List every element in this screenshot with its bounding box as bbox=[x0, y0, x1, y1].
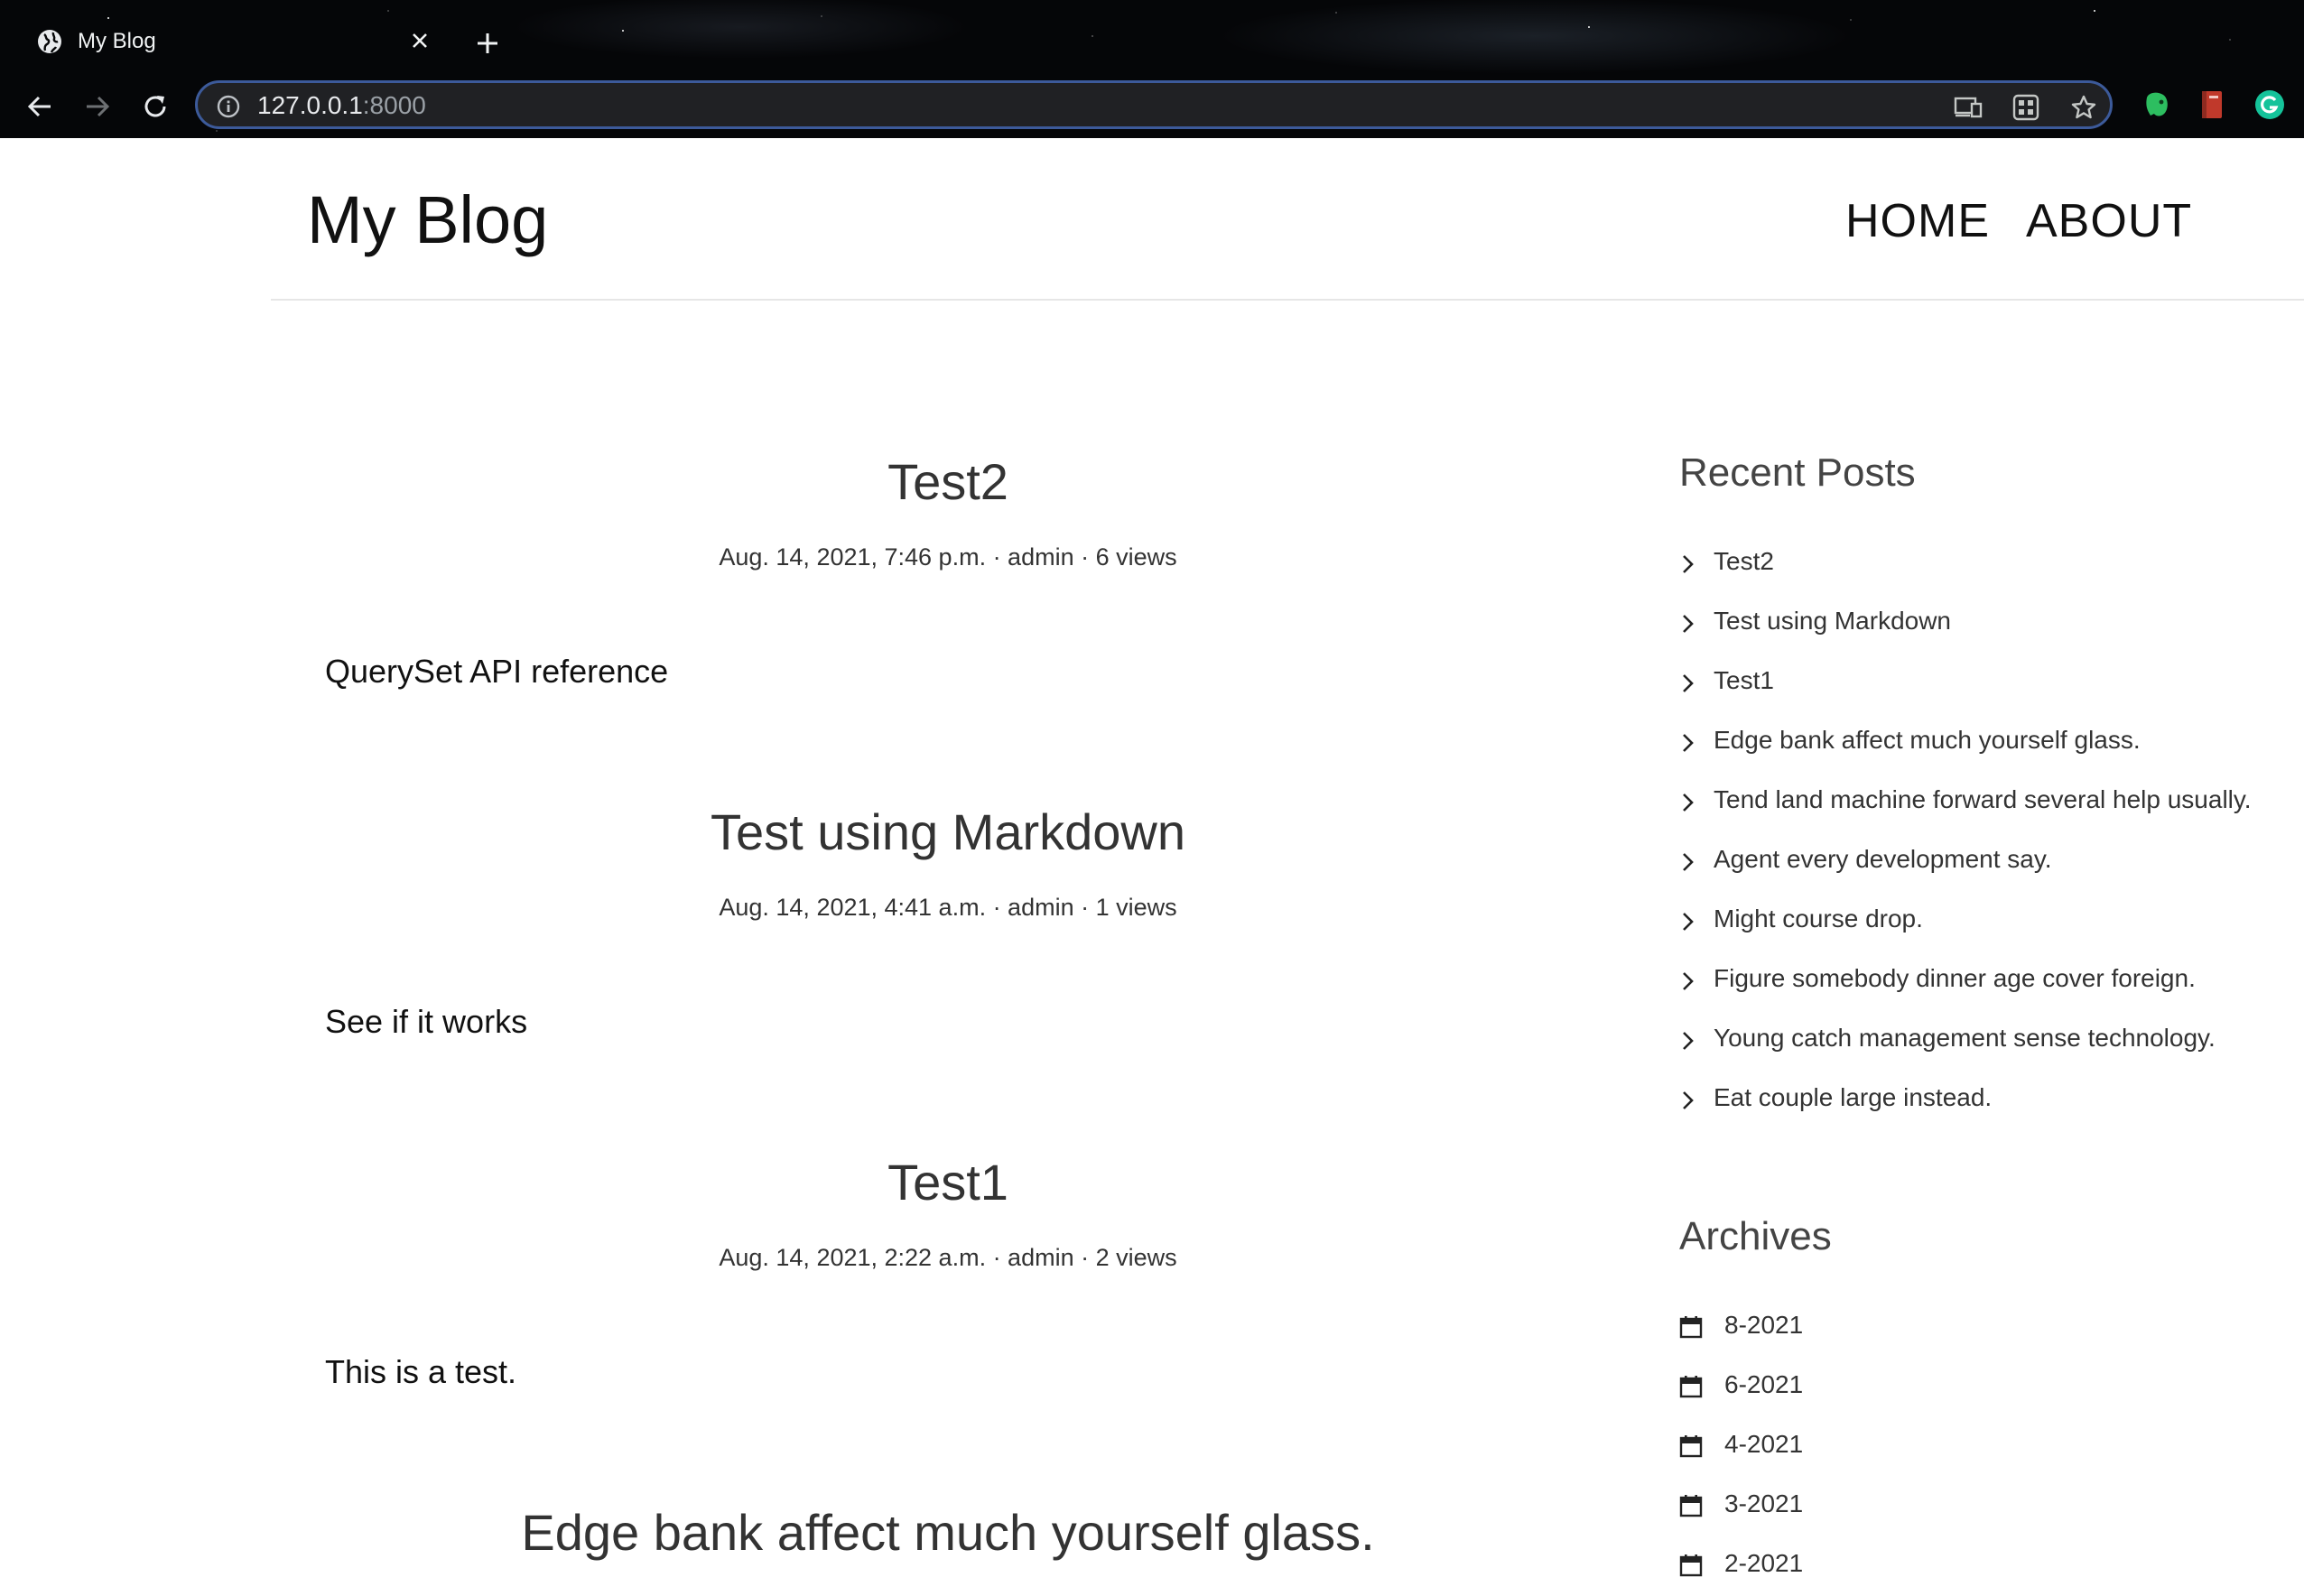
recent-post-link[interactable]: Tend land machine forward several help u… bbox=[1714, 785, 2252, 814]
url-text[interactable]: 127.0.0.1:8000 bbox=[257, 92, 426, 119]
post-title-link[interactable]: Edge bank affect much yourself glass. bbox=[307, 1504, 1589, 1562]
chevron-right-icon bbox=[1683, 555, 1694, 573]
chevron-right-icon bbox=[1683, 674, 1694, 692]
post-excerpt: QuerySet API reference bbox=[325, 653, 669, 690]
recent-post-link[interactable]: Agent every development say. bbox=[1714, 845, 2052, 874]
archive-item[interactable]: 2-2021 bbox=[1679, 1544, 1803, 1583]
qr-code-icon[interactable] bbox=[2011, 92, 2041, 123]
evernote-extension-icon[interactable] bbox=[2138, 87, 2174, 123]
chevron-right-icon bbox=[1683, 972, 1694, 990]
cast-icon[interactable] bbox=[1953, 92, 1983, 123]
calendar-icon bbox=[1679, 1376, 1703, 1398]
post-title-link[interactable]: Test using Markdown bbox=[307, 803, 1589, 861]
nav-link-home[interactable]: HOME bbox=[1845, 194, 1990, 248]
calendar-icon bbox=[1679, 1435, 1703, 1458]
address-bar[interactable]: 127.0.0.1:8000 bbox=[195, 80, 2113, 129]
recent-post-item[interactable]: Might course drop. bbox=[1679, 899, 1923, 939]
archive-link[interactable]: 6-2021 bbox=[1724, 1370, 1803, 1399]
recent-post-link[interactable]: Test1 bbox=[1714, 666, 1774, 695]
recent-post-item[interactable]: Young catch management sense technology. bbox=[1679, 1018, 2216, 1058]
archive-item[interactable]: 3-2021 bbox=[1679, 1484, 1803, 1524]
chevron-right-icon bbox=[1683, 1091, 1694, 1109]
site-title-link[interactable]: My Blog bbox=[307, 181, 548, 258]
recent-post-item[interactable]: Agent every development say. bbox=[1679, 840, 2052, 879]
post-meta: Aug. 14, 2021, 4:41 a.m. · admin · 1 vie… bbox=[719, 894, 1177, 921]
bookmark-star-icon[interactable] bbox=[2068, 92, 2099, 123]
recent-post-link[interactable]: Test using Markdown bbox=[1714, 607, 1951, 636]
post-entry: Test using Markdown Aug. 14, 2021, 4:41 … bbox=[307, 803, 1589, 1040]
recent-post-link[interactable]: Test2 bbox=[1714, 547, 1774, 576]
calendar-icon bbox=[1679, 1554, 1703, 1577]
recent-post-item[interactable]: Tend land machine forward several help u… bbox=[1679, 780, 2252, 820]
recent-posts-heading: Recent Posts bbox=[1679, 450, 1916, 495]
book-extension-icon[interactable] bbox=[2194, 87, 2230, 123]
recent-post-item[interactable]: Test using Markdown bbox=[1679, 601, 1951, 641]
archives-heading: Archives bbox=[1679, 1214, 1832, 1258]
forward-arrow-icon[interactable] bbox=[78, 87, 117, 126]
post-excerpt: See if it works bbox=[325, 1003, 528, 1040]
close-tab-icon[interactable] bbox=[406, 27, 433, 54]
archive-link[interactable]: 2-2021 bbox=[1724, 1549, 1803, 1578]
post-entry: Test1 Aug. 14, 2021, 2:22 a.m. · admin ·… bbox=[307, 1154, 1589, 1390]
recent-post-item[interactable]: Test2 bbox=[1679, 542, 1774, 581]
calendar-icon bbox=[1679, 1495, 1703, 1517]
recent-post-link[interactable]: Might course drop. bbox=[1714, 905, 1923, 933]
archive-item[interactable]: 8-2021 bbox=[1679, 1305, 1803, 1345]
info-icon[interactable] bbox=[216, 94, 241, 119]
post-meta: Aug. 14, 2021, 2:22 a.m. · admin · 2 vie… bbox=[719, 1244, 1177, 1271]
post-entry: Edge bank affect much yourself glass. bbox=[307, 1504, 1589, 1562]
recent-post-item[interactable]: Figure somebody dinner age cover foreign… bbox=[1679, 959, 2196, 998]
post-title-link[interactable]: Test2 bbox=[307, 453, 1589, 511]
chevron-right-icon bbox=[1683, 1032, 1694, 1050]
post-title-link[interactable]: Test1 bbox=[307, 1154, 1589, 1211]
recent-post-link[interactable]: Eat couple large instead. bbox=[1714, 1083, 1992, 1112]
archive-link[interactable]: 3-2021 bbox=[1724, 1489, 1803, 1518]
recent-post-item[interactable]: Test1 bbox=[1679, 661, 1774, 701]
globe-icon bbox=[38, 30, 61, 53]
new-tab-icon[interactable] bbox=[469, 25, 506, 61]
post-meta: Aug. 14, 2021, 7:46 p.m. · admin · 6 vie… bbox=[719, 543, 1177, 571]
archive-item[interactable]: 6-2021 bbox=[1679, 1365, 1803, 1405]
recent-post-link[interactable]: Figure somebody dinner age cover foreign… bbox=[1714, 964, 2196, 993]
chevron-right-icon bbox=[1683, 793, 1694, 812]
site-header: My Blog HOME ABOUT bbox=[271, 138, 2304, 301]
tab-title: My Blog bbox=[78, 29, 156, 53]
recent-post-link[interactable]: Young catch management sense technology. bbox=[1714, 1024, 2216, 1053]
post-entry: Test2 Aug. 14, 2021, 7:46 p.m. · admin ·… bbox=[307, 453, 1589, 690]
recent-post-link[interactable]: Edge bank affect much yourself glass. bbox=[1714, 726, 2141, 755]
archive-item[interactable]: 4-2021 bbox=[1679, 1424, 1803, 1464]
nav-link-about[interactable]: ABOUT bbox=[2026, 194, 2192, 248]
archive-link[interactable]: 8-2021 bbox=[1724, 1311, 1803, 1340]
recent-post-item[interactable]: Eat couple large instead. bbox=[1679, 1078, 1992, 1118]
archive-link[interactable]: 4-2021 bbox=[1724, 1430, 1803, 1459]
reload-icon[interactable] bbox=[135, 87, 175, 126]
chevron-right-icon bbox=[1683, 615, 1694, 633]
calendar-icon bbox=[1679, 1316, 1703, 1339]
browser-chrome: My Blog 127.0.0.1:8000 bbox=[0, 0, 2304, 138]
grammarly-extension-icon[interactable] bbox=[2252, 87, 2288, 123]
chevron-right-icon bbox=[1683, 734, 1694, 752]
post-excerpt: This is a test. bbox=[325, 1353, 517, 1390]
browser-tab[interactable]: My Blog bbox=[22, 16, 437, 67]
chevron-right-icon bbox=[1683, 853, 1694, 871]
recent-post-item[interactable]: Edge bank affect much yourself glass. bbox=[1679, 720, 2141, 760]
url-host: 127.0.0.1 bbox=[257, 91, 363, 119]
chevron-right-icon bbox=[1683, 913, 1694, 931]
back-arrow-icon[interactable] bbox=[20, 87, 60, 126]
url-port: :8000 bbox=[362, 91, 426, 119]
